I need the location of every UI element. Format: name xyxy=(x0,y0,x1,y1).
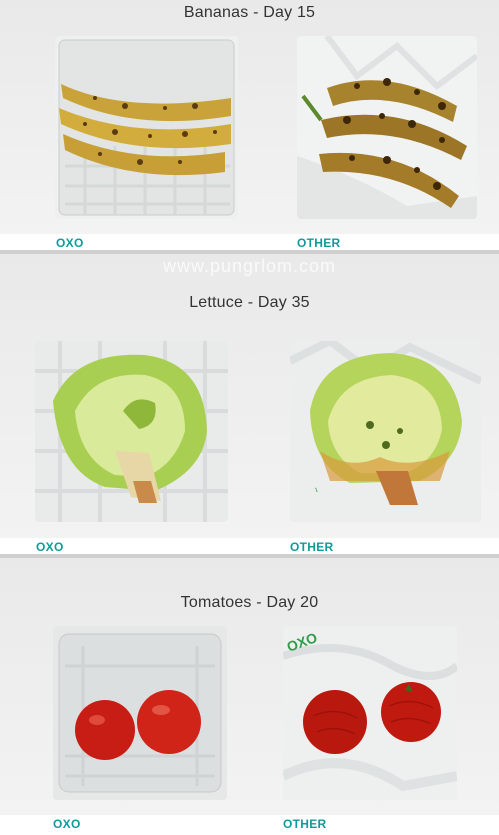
lettuce-panel-title: Lettuce - Day 35 xyxy=(189,294,310,311)
other-lettuce-image: ~ xyxy=(290,341,481,522)
tomato-other-label: OTHER xyxy=(283,817,327,831)
oxo-lettuce-photo xyxy=(35,341,228,522)
banana-panel-title: Bananas - Day 15 xyxy=(183,4,316,21)
oxo-bananas-photo xyxy=(55,36,238,219)
oxo-tomatoes-image xyxy=(53,626,227,800)
oxo-bananas-image xyxy=(55,36,238,219)
other-bananas-photo xyxy=(297,36,477,219)
watermark-text: www.pungrlom.com xyxy=(162,256,337,276)
other-lettuce-photo: ~ xyxy=(290,341,481,522)
oxo-lettuce-image xyxy=(35,341,228,522)
other-bananas-image xyxy=(297,36,477,219)
tomato-oxo-label: OXO xyxy=(53,817,81,831)
tomato-panel-title: Tomatoes - Day 20 xyxy=(180,594,319,611)
other-tomatoes-photo: OXO xyxy=(283,626,457,800)
banana-other-label: OTHER xyxy=(297,236,341,250)
lettuce-oxo-label: OXO xyxy=(36,540,64,554)
lettuce-other-label: OTHER xyxy=(290,540,334,554)
lettuce-label-bar xyxy=(0,538,499,554)
other-tomatoes-image: OXO xyxy=(283,626,457,800)
banana-oxo-label: OXO xyxy=(56,236,84,250)
oxo-tomatoes-photo xyxy=(53,626,227,800)
